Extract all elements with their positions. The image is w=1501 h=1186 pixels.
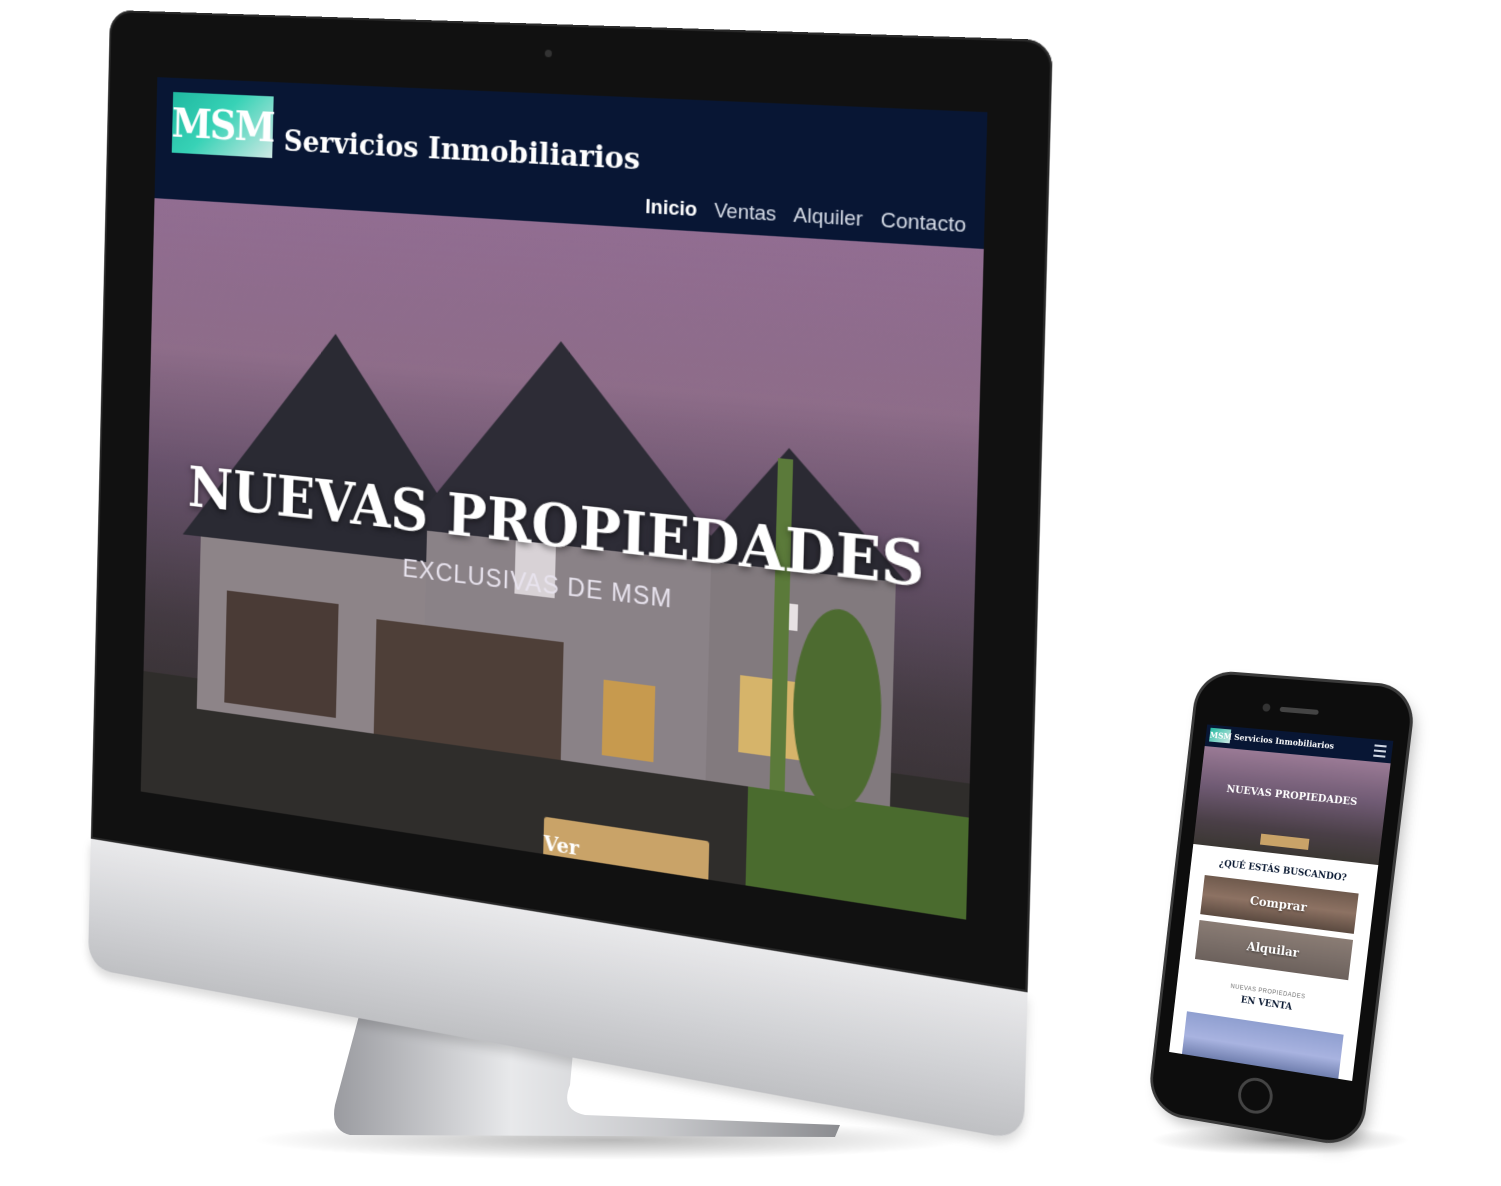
mobile-hero-title: NUEVAS PROPIEDADES — [1225, 784, 1358, 809]
hero-section: NUEVAS PROPIEDADES EXCLUSIVAS DE MSM Ver… — [140, 198, 984, 920]
nav-alquiler[interactable]: Alquiler — [793, 204, 863, 233]
mobile-brand-name: Servicios Inmobiliarios — [1233, 731, 1335, 751]
device-mockup-scene: MSM Servicios Inmobiliarios Inicio Venta… — [0, 0, 1501, 1186]
imac-bezel: MSM Servicios Inmobiliarios Inicio Venta… — [90, 10, 1053, 993]
home-button[interactable] — [1236, 1075, 1275, 1117]
imac-display: MSM Servicios Inmobiliarios Inicio Venta… — [87, 10, 1053, 1141]
front-camera-icon — [1262, 703, 1271, 712]
mobile-hero-button[interactable] — [1259, 833, 1310, 850]
nav-ventas[interactable]: Ventas — [714, 200, 777, 228]
nav-contacto[interactable]: Contacto — [880, 209, 966, 239]
mobile-hero: NUEVAS PROPIEDADES — [1193, 746, 1391, 866]
mobile-msm-logo[interactable]: MSM — [1209, 727, 1232, 744]
website-mobile-screen: MSM Servicios Inmobiliarios NUEVAS PROPI… — [1169, 724, 1394, 1082]
msm-logo[interactable]: MSM — [171, 91, 274, 159]
camera-icon — [544, 49, 552, 58]
smartphone: MSM Servicios Inmobiliarios NUEVAS PROPI… — [1149, 672, 1414, 1146]
speaker-grille — [1279, 706, 1319, 715]
nav-inicio[interactable]: Inicio — [645, 196, 697, 223]
property-thumbnail[interactable] — [1181, 1011, 1344, 1082]
website-desktop-screen: MSM Servicios Inmobiliarios Inicio Venta… — [140, 77, 988, 920]
hamburger-menu-icon[interactable] — [1373, 744, 1387, 758]
brand-name: Servicios Inmobiliarios — [283, 123, 641, 177]
